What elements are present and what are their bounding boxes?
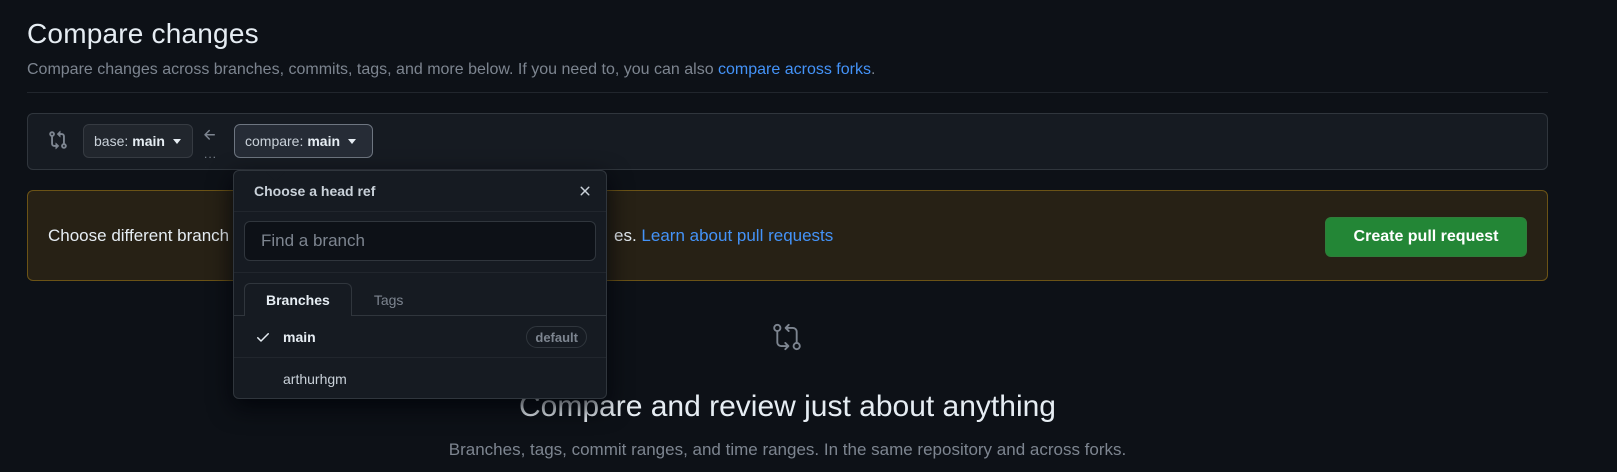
range-dots: ... <box>204 147 218 161</box>
subtitle-text: Compare changes across branches, commits… <box>27 61 719 78</box>
page-subtitle: Compare changes across branches, commits… <box>27 61 875 79</box>
flash-message-end: es. <box>614 226 637 245</box>
flash-message: Choose different branch <box>48 226 230 245</box>
head-ref-dropdown: Choose a head ref Branches Tags main def… <box>233 170 607 399</box>
branch-item-arthurhgm[interactable]: arthurhgm <box>234 358 606 398</box>
compare-ref: main <box>307 133 341 149</box>
dropdown-title: Choose a head ref <box>254 183 376 199</box>
branch-filter-input[interactable] <box>244 221 596 261</box>
caret-down-icon <box>172 138 181 144</box>
base-prefix: base: <box>94 133 129 149</box>
branch-label: arthurhgm <box>283 371 347 387</box>
compare-branch-button[interactable]: compare: main <box>234 124 373 158</box>
tab-branches[interactable]: Branches <box>244 283 352 316</box>
git-compare-icon <box>49 130 67 150</box>
caret-down-icon <box>348 138 357 144</box>
learn-pull-requests-link[interactable]: Learn about pull requests <box>641 226 833 245</box>
tab-tags[interactable]: Tags <box>352 283 426 316</box>
blankslate-subtitle: Branches, tags, commit ranges, and time … <box>448 440 1127 459</box>
create-pull-request-button[interactable]: Create pull request <box>1325 217 1527 257</box>
range-arrow: ... <box>202 127 220 161</box>
default-badge: default <box>526 326 587 348</box>
close-icon[interactable] <box>577 183 593 199</box>
dropdown-filter <box>234 212 606 273</box>
page-title: Compare changes <box>27 18 259 49</box>
check-icon <box>257 333 269 342</box>
range-editor: base: main ... compare: main <box>27 113 1548 170</box>
dropdown-header: Choose a head ref <box>234 171 606 212</box>
compare-prefix: compare: <box>245 133 304 149</box>
compare-across-forks-link[interactable]: compare across forks <box>718 61 871 78</box>
base-branch-button[interactable]: base: main <box>83 124 193 158</box>
base-ref: main <box>132 133 165 149</box>
branch-item-main[interactable]: main default <box>234 316 606 358</box>
dropdown-tabs: Branches Tags <box>234 273 606 316</box>
header-divider <box>27 92 1548 93</box>
compare-page: Compare changes Compare changes across b… <box>0 0 1617 472</box>
git-compare-icon <box>773 323 801 351</box>
subtitle-period: . <box>870 61 876 78</box>
arrow-left-icon <box>204 129 215 140</box>
branch-label: main <box>283 328 316 345</box>
flash-message-tail: es. Learn about pull requests <box>614 226 833 246</box>
